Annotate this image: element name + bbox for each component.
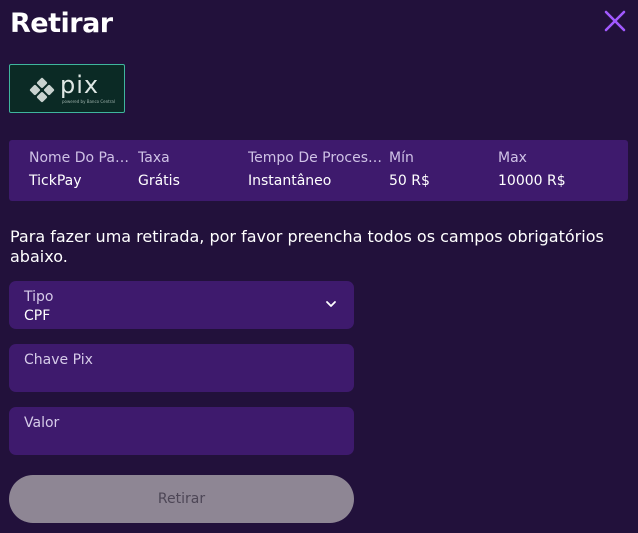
- tipo-select[interactable]: Tipo CPF: [9, 281, 354, 329]
- pix-logo-icon: [29, 77, 55, 103]
- payment-info-panel: Nome Do Pag... TickPay Taxa Grátis Tempo…: [9, 140, 628, 201]
- info-header: Max: [498, 150, 527, 166]
- close-button[interactable]: [602, 8, 628, 34]
- info-col-processing-time: Tempo De Process... Instantâneo: [248, 150, 386, 190]
- pix-logo-tagline: powered by Banco Central: [62, 99, 115, 104]
- chave-pix-label: Chave Pix: [24, 352, 93, 368]
- info-col-min: Mín 50 R$: [389, 150, 489, 190]
- info-value: TickPay: [29, 173, 82, 189]
- info-header: Tempo De Process...: [248, 150, 386, 166]
- retirar-button[interactable]: Retirar: [9, 475, 354, 523]
- instructions-text: Para fazer uma retirada, por favor preen…: [10, 227, 604, 266]
- info-value: 10000 R$: [498, 173, 566, 189]
- close-icon: [604, 10, 626, 32]
- chave-pix-field[interactable]: Chave Pix: [9, 344, 354, 392]
- valor-label: Valor: [24, 415, 60, 431]
- payment-method-pix[interactable]: pix powered by Banco Central: [9, 64, 125, 113]
- info-col-max: Max 10000 R$: [498, 150, 608, 190]
- tipo-label: Tipo: [24, 289, 54, 305]
- info-header: Taxa: [138, 150, 170, 166]
- info-value: Grátis: [138, 173, 180, 189]
- info-value: Instantâneo: [248, 173, 332, 189]
- info-value: 50 R$: [389, 173, 430, 189]
- pix-logo-text: pix: [60, 71, 100, 99]
- info-col-fee: Taxa Grátis: [138, 150, 238, 190]
- chave-pix-input[interactable]: [24, 370, 339, 388]
- valor-input[interactable]: [24, 433, 339, 451]
- info-header: Nome Do Pag...: [29, 150, 133, 166]
- valor-field[interactable]: Valor: [9, 407, 354, 455]
- chevron-down-icon: [326, 301, 336, 307]
- info-col-name: Nome Do Pag... TickPay: [29, 150, 133, 190]
- info-header: Mín: [389, 150, 414, 166]
- dialog-title: Retirar: [10, 8, 113, 39]
- tipo-value: CPF: [24, 308, 51, 324]
